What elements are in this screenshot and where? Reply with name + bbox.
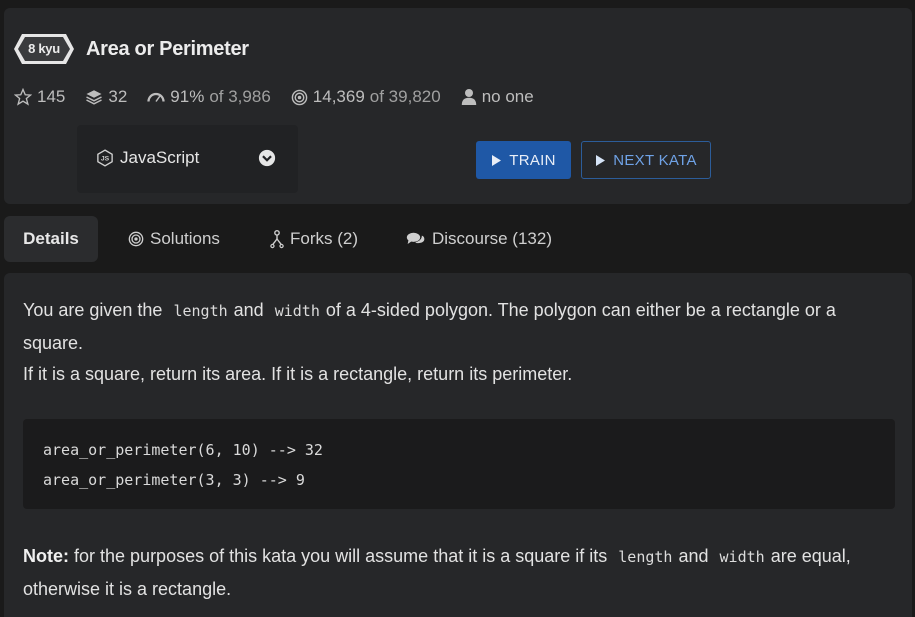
gauge-icon xyxy=(147,92,165,102)
comments-icon xyxy=(406,232,425,244)
description-paragraph-1: You are given the length and width of a 4-… xyxy=(23,294,893,359)
text-span: for the purposes of this kata you will a… xyxy=(74,546,608,566)
tab-discourse[interactable]: Discourse (132) xyxy=(406,216,552,262)
satisfaction-stat: 91% of 3,986 xyxy=(147,87,271,107)
inline-code: width xyxy=(274,302,320,320)
completed-stat: 14,369 of 39,820 xyxy=(291,87,441,107)
satisfaction-value: 91% xyxy=(170,87,205,106)
rank-badge: 8 kyu xyxy=(14,34,74,64)
tab-solutions-label: Solutions xyxy=(150,229,220,248)
rank-label: 8 kyu xyxy=(28,41,60,56)
author-stat[interactable]: no one xyxy=(461,87,534,107)
tab-solutions[interactable]: Solutions xyxy=(128,216,220,262)
author-name: no one xyxy=(481,87,534,106)
description-paragraph-2: If it is a square, return its area. If i… xyxy=(23,364,573,384)
attempted-count: of 39,820 xyxy=(369,87,441,106)
next-kata-button[interactable]: NEXT KATA xyxy=(581,141,711,179)
inline-code: length xyxy=(173,302,228,320)
tab-forks[interactable]: Forks (2) xyxy=(270,216,358,262)
train-button[interactable]: TRAIN xyxy=(476,141,571,179)
target-icon xyxy=(128,231,144,247)
code-line: area_or_perimeter(6, 10) --> 32 xyxy=(43,441,323,459)
completed-count: 14,369 xyxy=(312,87,365,106)
tab-discourse-label: Discourse (132) xyxy=(432,229,552,248)
collections-count: 32 xyxy=(108,87,128,106)
kata-stats: 145 32 91% of 3,986 14,369 of 39,820 no … xyxy=(14,85,554,109)
star-icon xyxy=(14,88,32,106)
fork-icon xyxy=(270,229,284,249)
chevron-down-icon xyxy=(258,149,276,167)
next-kata-label: NEXT KATA xyxy=(613,151,697,169)
train-label: TRAIN xyxy=(509,151,556,169)
language-select[interactable]: JS JavaScript xyxy=(77,125,298,193)
play-icon xyxy=(596,154,606,166)
target-icon xyxy=(291,89,308,105)
layers-icon xyxy=(86,90,103,105)
stars-count: 145 xyxy=(37,87,66,106)
text-span: You are given the xyxy=(23,300,163,320)
note-paragraph: Note: for the purposes of this kata you … xyxy=(23,540,898,605)
note-label: Note: xyxy=(23,546,69,566)
satisfaction-votes: of 3,986 xyxy=(209,87,271,106)
svg-text:JS: JS xyxy=(101,156,110,163)
kata-title: Area or Perimeter xyxy=(86,38,249,60)
code-line: area_or_perimeter(3, 3) --> 9 xyxy=(43,471,305,489)
text-span: and xyxy=(233,300,264,320)
nodejs-icon: JS xyxy=(97,149,113,167)
language-label: JavaScript xyxy=(120,148,200,167)
stars-stat[interactable]: 145 xyxy=(14,87,65,107)
user-icon xyxy=(461,89,476,105)
text-span: and xyxy=(678,546,709,566)
play-icon xyxy=(492,154,502,166)
tab-forks-label: Forks (2) xyxy=(290,229,358,248)
tab-details[interactable]: Details xyxy=(4,216,98,262)
inline-code: length xyxy=(618,548,673,566)
tab-details-label: Details xyxy=(23,229,79,248)
collections-stat: 32 xyxy=(85,87,127,107)
inline-code: width xyxy=(719,548,765,566)
code-example-block: area_or_perimeter(6, 10) --> 32 area_or_… xyxy=(23,419,895,509)
